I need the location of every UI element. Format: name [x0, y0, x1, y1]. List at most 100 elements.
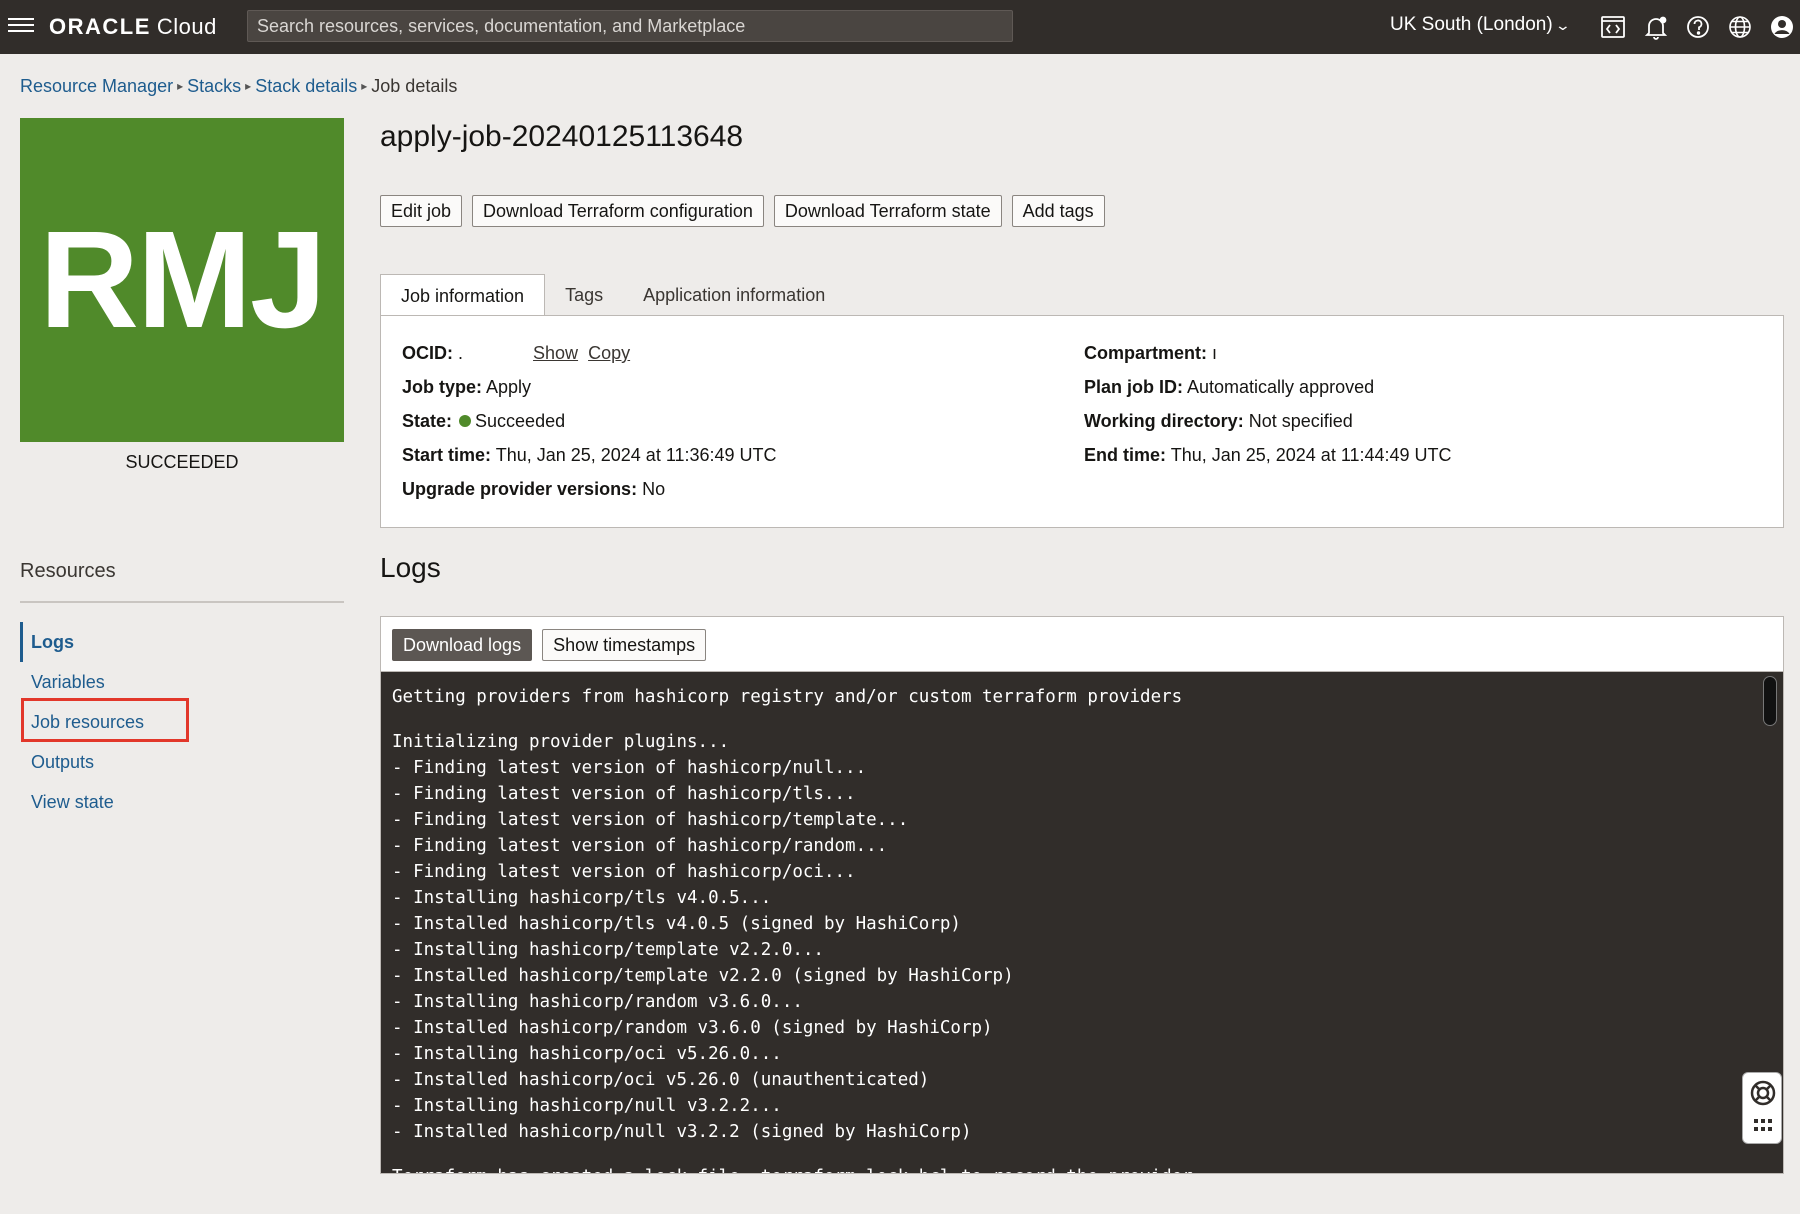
log-line: - Installed hashicorp/random v3.6.0 (sig… — [392, 1018, 993, 1038]
top-bar: ORACLECloud UK South (London)⌄ — [0, 0, 1800, 54]
globe-icon[interactable] — [1725, 12, 1755, 42]
detail-tabs: Job information Tags Application informa… — [380, 274, 845, 317]
code-editor-icon[interactable] — [1598, 12, 1628, 42]
global-search[interactable] — [247, 10, 1013, 42]
job-type-row: Job type: Apply — [402, 376, 777, 410]
resources-item-outputs[interactable]: Outputs — [20, 742, 144, 782]
upgrade-provider-value: No — [642, 479, 666, 499]
logo-brand: ORACLE — [49, 14, 151, 39]
logo-product: Cloud — [156, 14, 217, 39]
log-line: - Finding latest version of hashicorp/tl… — [392, 784, 856, 804]
job-actions: Edit job Download Terraform configuratio… — [380, 195, 1105, 227]
end-time-value: Thu, Jan 25, 2024 at 11:44:49 UTC — [1170, 445, 1452, 465]
start-time-label: Start time: — [402, 445, 492, 465]
upgrade-provider-label: Upgrade provider versions: — [402, 479, 638, 499]
region-label: UK South (London) — [1390, 14, 1553, 35]
download-terraform-state-button[interactable]: Download Terraform state — [773, 195, 1002, 227]
resources-item-logs[interactable]: Logs — [20, 622, 144, 662]
log-line: Getting providers from hashicorp registr… — [392, 687, 1183, 707]
resources-item-view-state[interactable]: View state — [20, 782, 144, 822]
lifebuoy-icon[interactable] — [1749, 1079, 1777, 1107]
log-scrollbar[interactable] — [1763, 676, 1777, 726]
plan-job-row: Plan job ID: Automatically approved — [1084, 376, 1452, 410]
breadcrumb-resource-manager[interactable]: Resource Manager — [20, 76, 173, 96]
log-line: - Installed hashicorp/oci v5.26.0 (unaut… — [392, 1070, 930, 1090]
tab-job-information[interactable]: Job information — [380, 274, 546, 317]
menu-icon[interactable] — [8, 14, 34, 38]
breadcrumb: Resource Manager ▸ Stacks ▸ Stack details ▸ Jo… — [20, 76, 457, 97]
job-type-label: Job type: — [402, 377, 483, 397]
log-line: Initializing provider plugins... — [392, 732, 730, 752]
logs-toolbar: Download logs Show timestamps — [380, 616, 1784, 672]
log-line: - Installing hashicorp/oci v5.26.0... — [392, 1044, 782, 1064]
chevron-down-icon: ⌄ — [1554, 17, 1571, 33]
compartment-label: Compartment: — [1084, 343, 1208, 363]
log-line: - Installing hashicorp/template v2.2.0..… — [392, 940, 824, 960]
region-selector[interactable]: UK South (London) ⌄ — [1390, 14, 1571, 36]
chevron-right-icon: ▸ — [361, 79, 368, 93]
log-line: - Finding latest version of hashicorp/te… — [392, 810, 909, 830]
oracle-cloud-logo[interactable]: ORACLE Cloud — [49, 14, 217, 40]
page-title: apply-job-20240125113648 — [380, 120, 744, 153]
chevron-right-icon: ▸ — [245, 79, 252, 93]
log-line: - Installing hashicorp/tls v4.0.5... — [392, 888, 772, 908]
divider — [20, 601, 344, 603]
job-badge: RMJ — [20, 118, 344, 442]
job-information-panel: OCID: . Show Copy Job type: Apply State:… — [380, 315, 1784, 528]
info-column-right: Compartment: ı Plan job ID: Automaticall… — [1084, 342, 1452, 478]
tab-tags[interactable]: Tags — [545, 274, 623, 316]
end-time-label: End time: — [1084, 445, 1167, 465]
breadcrumb-stack-details[interactable]: Stack details — [255, 76, 357, 96]
log-line: - Finding latest version of hashicorp/nu… — [392, 758, 867, 778]
ocid-row: OCID: . Show Copy — [402, 342, 777, 376]
user-icon[interactable] — [1767, 12, 1797, 42]
help-widget[interactable] — [1742, 1072, 1782, 1144]
download-terraform-configuration-button[interactable]: Download Terraform configuration — [472, 195, 764, 227]
ocid-show-link[interactable]: Show — [533, 343, 578, 363]
resources-title: Resources — [20, 560, 116, 582]
download-logs-button[interactable]: Download logs — [392, 629, 533, 661]
breadcrumb-stacks[interactable]: Stacks — [187, 76, 241, 96]
resources-nav: Logs Variables Job resources Outputs Vie… — [20, 622, 144, 822]
status-dot-icon — [459, 415, 472, 427]
show-timestamps-button[interactable]: Show timestamps — [542, 629, 707, 661]
working-directory-row: Working directory: Not specified — [1084, 410, 1452, 444]
help-icon[interactable] — [1683, 12, 1713, 42]
log-line: - Installed hashicorp/template v2.2.0 (s… — [392, 966, 1014, 986]
log-line: - Finding latest version of hashicorp/ra… — [392, 836, 888, 856]
app-grid-icon[interactable] — [1753, 1117, 1773, 1133]
state-label: State: — [402, 411, 453, 431]
start-time-row: Start time: Thu, Jan 25, 2024 at 11:36:4… — [402, 444, 777, 478]
info-column-left: OCID: . Show Copy Job type: Apply State:… — [402, 342, 777, 512]
log-line: - Installing hashicorp/null v3.2.2... — [392, 1096, 782, 1116]
badge-state-label: SUCCEEDED — [125, 452, 239, 472]
logs-heading: Logs — [380, 552, 441, 583]
plan-job-label: Plan job ID: — [1084, 377, 1183, 397]
log-line: - Finding latest version of hashicorp/oc… — [392, 862, 856, 882]
search-input[interactable] — [257, 16, 1003, 37]
start-time-value: Thu, Jan 25, 2024 at 11:36:49 UTC — [495, 445, 777, 465]
tab-application-information[interactable]: Application information — [623, 274, 845, 316]
log-line: - Installing hashicorp/random v3.6.0... — [392, 992, 803, 1012]
breadcrumb-current: Job details — [371, 76, 458, 96]
compartment-row: Compartment: ı — [1084, 342, 1452, 376]
edit-job-button[interactable]: Edit job — [380, 195, 463, 227]
log-lines: Getting providers from hashicorp registr… — [392, 684, 1193, 1173]
end-time-row: End time: Thu, Jan 25, 2024 at 11:44:49 … — [1084, 444, 1452, 478]
resources-item-job-resources[interactable]: Job resources — [20, 702, 144, 742]
resources-item-variables[interactable]: Variables — [20, 662, 144, 702]
working-directory-value: Not specified — [1248, 411, 1353, 431]
log-output[interactable]: Getting providers from hashicorp registr… — [380, 671, 1784, 1174]
chevron-right-icon: ▸ — [177, 79, 184, 93]
compartment-value: ı — [1212, 343, 1218, 363]
job-type-value: Apply — [486, 377, 532, 397]
bell-icon[interactable] — [1641, 12, 1671, 42]
log-line: Terraform has created a lock file .terra… — [392, 1164, 1193, 1173]
plan-job-value: Automatically approved — [1187, 377, 1375, 397]
ocid-copy-link[interactable]: Copy — [588, 343, 630, 363]
working-directory-label: Working directory: — [1084, 411, 1244, 431]
ocid-value: . — [458, 343, 464, 363]
log-line: - Installed hashicorp/null v3.2.2 (signe… — [392, 1122, 972, 1142]
upgrade-provider-row: Upgrade provider versions: No — [402, 478, 777, 512]
add-tags-button[interactable]: Add tags — [1011, 195, 1105, 227]
